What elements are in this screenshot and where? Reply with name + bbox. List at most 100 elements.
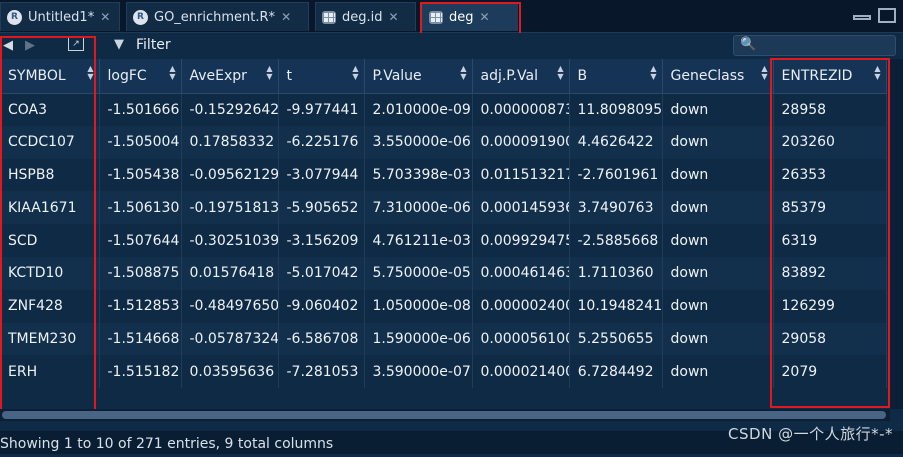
table-cell-geneclass: down (662, 322, 774, 356)
column-header-adjpval[interactable]: adj.P.Val ▲ ▼ (472, 59, 570, 94)
sort-icon[interactable]: ▲ ▼ (557, 65, 563, 81)
table-cell-logfc: -1.506130 (99, 191, 182, 225)
table-cell-pvalue: 5.703398e-03 (364, 158, 473, 192)
tab-deg-id[interactable]: deg.id ✕ (315, 2, 416, 31)
table-cell-b: 11.8098095 (569, 93, 663, 126)
table-cell-geneclass: down (662, 256, 774, 290)
table-cell-logfc: -1.515182 (99, 355, 182, 389)
sort-icon[interactable]: ▲ ▼ (352, 65, 358, 81)
table-cell-aveexpr: 0.03595636 (181, 355, 279, 389)
search-input[interactable]: 🔍 (733, 35, 896, 56)
tab-deg[interactable]: deg ✕ (422, 2, 518, 31)
table-cell-entrezid: 83892 (773, 256, 887, 290)
scrollbar-thumb[interactable] (2, 411, 886, 419)
table-cell-geneclass: down (662, 355, 774, 389)
table-header-row: SYMBOL ▲ ▼ logFC ▲ ▼ AveExpr ▲ ▼ t ▲ ▼ P.Value ▲ ▼… (0, 59, 887, 94)
table-cell-aveexpr: -0.05787324 (181, 322, 279, 356)
sort-icon[interactable]: ▲ ▼ (650, 65, 656, 81)
entries-summary: Showing 1 to 10 of 271 entries, 9 total … (0, 436, 334, 452)
table-cell-symbol: ERH (0, 355, 100, 389)
table-cell-entrezid: 28958 (773, 93, 887, 126)
close-icon[interactable]: ✕ (100, 10, 110, 24)
table-cell-b: 5.2550655 (569, 322, 663, 356)
table-body: COA3 -1.501666 -0.15292642 -9.977441 2.01000… (0, 93, 887, 389)
close-icon[interactable]: ✕ (389, 10, 399, 24)
column-header-aveexpr[interactable]: AveExpr ▲ ▼ (181, 59, 279, 94)
table-cell-adjpval: 0.000021400 (472, 355, 570, 389)
table-cell-adjpval: 0.000145936 (472, 191, 570, 225)
sort-icon[interactable]: ▲ ▼ (874, 65, 880, 81)
table-cell-adjpval: 0.000000873 (472, 93, 570, 126)
filter-button[interactable]: Filter (136, 37, 171, 53)
data-table: SYMBOL ▲ ▼ logFC ▲ ▼ AveExpr ▲ ▼ t ▲ ▼ P.Value ▲ ▼… (0, 59, 887, 389)
table-cell-aveexpr: -0.30251039 (181, 224, 279, 257)
sort-icon[interactable]: ▲ ▼ (87, 65, 93, 81)
forward-arrow-icon[interactable]: ▶ (25, 38, 35, 53)
table-cell-aveexpr: 0.17858332 (181, 125, 279, 159)
tab-go-enrichment[interactable]: R GO_enrichment.R* ✕ (126, 2, 309, 31)
table-cell-symbol: ZNF428 (0, 289, 100, 323)
table-cell-pvalue: 5.750000e-05 (364, 256, 473, 290)
table-cell-aveexpr: -0.09562129 (181, 158, 279, 192)
table-cell-symbol: COA3 (0, 93, 100, 126)
back-arrow-icon[interactable]: ◀ (3, 38, 13, 53)
column-header-label: ENTREZID (781, 67, 853, 84)
table-cell-pvalue: 3.550000e-06 (364, 125, 473, 159)
table-cell-aveexpr: -0.48497650 (181, 289, 279, 323)
table-cell-symbol: KCTD10 (0, 256, 100, 290)
table-cell-t: -5.905652 (278, 191, 365, 225)
table-cell-b: -2.5885668 (569, 224, 663, 257)
pop-out-icon[interactable]: ↗ (68, 37, 84, 51)
table-cell-t: -5.017042 (278, 256, 365, 290)
table-cell-symbol: TMEM230 (0, 322, 100, 356)
sort-icon[interactable]: ▲ ▼ (761, 65, 767, 81)
table-cell-geneclass: down (662, 191, 774, 225)
table-cell-logfc: -1.505438 (99, 158, 182, 192)
column-header-t[interactable]: t ▲ ▼ (278, 59, 365, 94)
table-cell-geneclass: down (662, 158, 774, 192)
table-cell-symbol: CCDC107 (0, 125, 100, 159)
column-header-symbol[interactable]: SYMBOL ▲ ▼ (0, 59, 100, 94)
r-script-icon: R (133, 9, 148, 25)
watermark: CSDN @一个人旅行*-* (728, 425, 893, 443)
horizontal-scrollbar[interactable] (0, 409, 890, 421)
close-icon[interactable]: ✕ (281, 10, 291, 24)
maximize-icon[interactable] (878, 8, 896, 23)
table-cell-b: 1.7110360 (569, 256, 663, 290)
table-row: KCTD10 -1.508875 0.01576418 -5.017042 5.7500… (0, 256, 887, 290)
column-header-geneclass[interactable]: GeneClass ▲ ▼ (662, 59, 774, 94)
sort-icon[interactable]: ▲ ▼ (169, 65, 175, 81)
column-header-entrezid[interactable]: ENTREZID ▲ ▼ (773, 59, 887, 94)
table-row: ZNF428 -1.512853 -0.48497650 -9.060402 1.050… (0, 289, 887, 323)
table-row: CCDC107 -1.505004 0.17858332 -6.225176 3.550… (0, 125, 887, 159)
table-row: TMEM230 -1.514668 -0.05787324 -6.586708 1.59… (0, 322, 887, 356)
table-cell-symbol: KIAA1671 (0, 191, 100, 225)
table-cell-symbol: HSPB8 (0, 158, 100, 192)
column-header-pvalue[interactable]: P.Value ▲ ▼ (364, 59, 473, 94)
table-cell-t: -3.077944 (278, 158, 365, 192)
tab-label: deg (449, 9, 474, 25)
close-icon[interactable]: ✕ (480, 10, 490, 24)
table-row: COA3 -1.501666 -0.15292642 -9.977441 2.01000… (0, 93, 887, 126)
vertical-scrollbar[interactable] (890, 59, 903, 409)
column-header-b[interactable]: B ▲ ▼ (569, 59, 663, 94)
table-cell-pvalue: 7.310000e-06 (364, 191, 473, 225)
table-cell-pvalue: 3.590000e-07 (364, 355, 473, 389)
tab-untitled1[interactable]: R Untitled1* ✕ (0, 2, 120, 31)
column-header-label: t (286, 67, 293, 84)
table-cell-pvalue: 1.050000e-08 (364, 289, 473, 323)
filter-icon[interactable]: ▼ (114, 37, 124, 52)
sort-icon[interactable]: ▲ ▼ (460, 65, 466, 81)
table-cell-logfc: -1.507644 (99, 224, 182, 257)
column-header-label: adj.P.Val (480, 67, 538, 84)
search-icon: 🔍 (740, 37, 757, 52)
column-header-label: AveExpr (189, 67, 247, 84)
minimize-icon[interactable] (853, 15, 871, 20)
table-cell-b: -2.7601961 (569, 158, 663, 192)
column-header-logfc[interactable]: logFC ▲ ▼ (99, 59, 182, 94)
sort-icon[interactable]: ▲ ▼ (266, 65, 272, 81)
table-cell-logfc: -1.508875 (99, 256, 182, 290)
column-header-label: logFC (107, 67, 147, 84)
table-cell-logfc: -1.512853 (99, 289, 182, 323)
toolbar-divider (94, 36, 95, 56)
